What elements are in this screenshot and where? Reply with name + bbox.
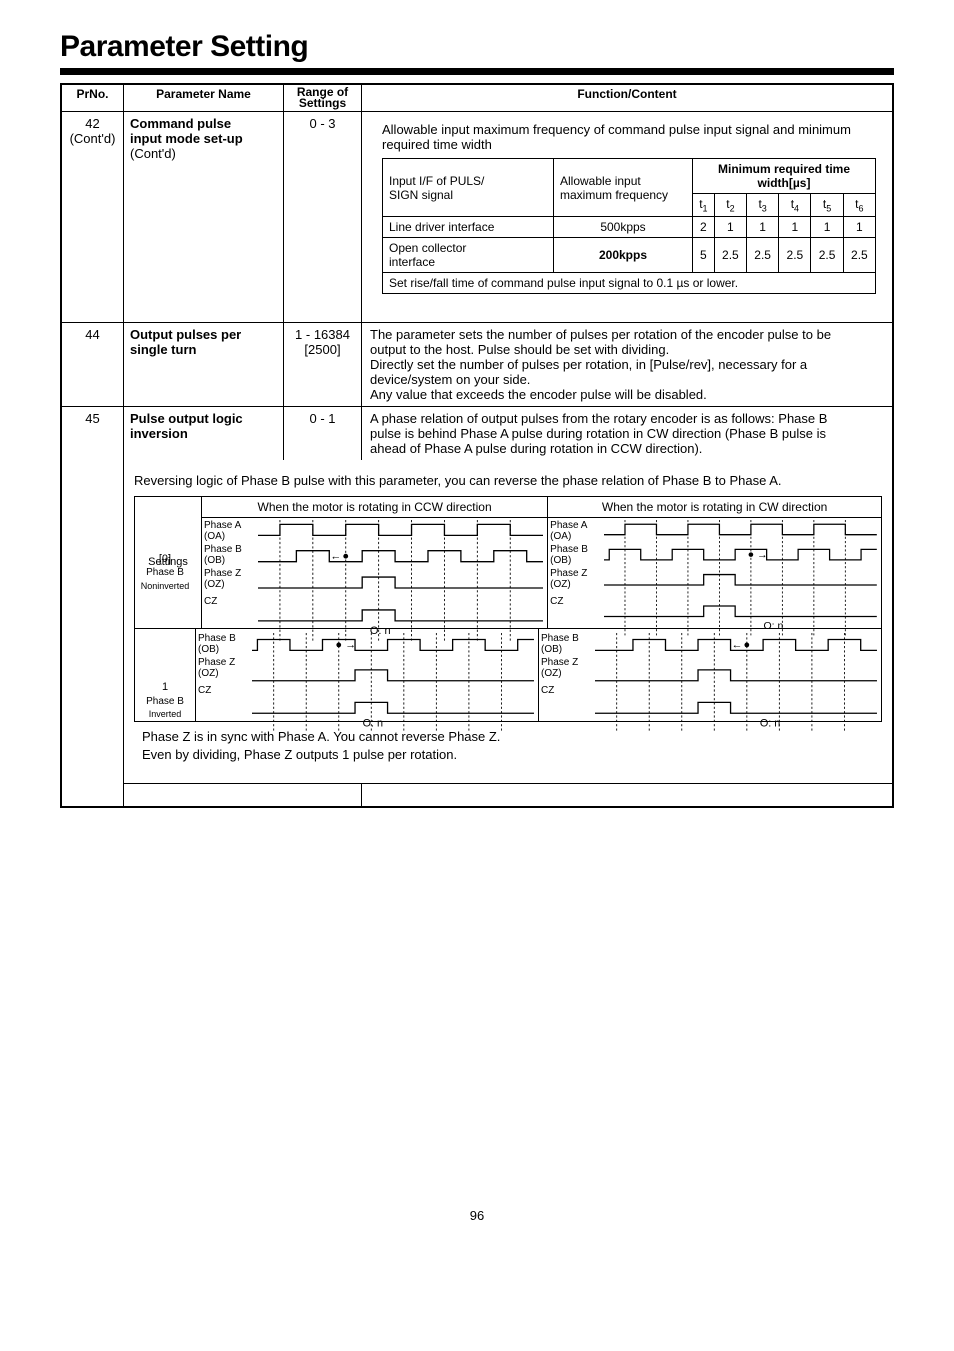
title-rule <box>60 68 894 73</box>
svg-text:→: → <box>345 639 356 651</box>
param45-name-2: inversion <box>130 426 277 441</box>
wave-labels-cw-1: Phase B(OB) Phase Z(OZ) CZ <box>541 633 579 703</box>
param42-name-1: Command pulse <box>130 116 277 131</box>
oc-label1: Open collector <box>389 241 549 255</box>
th-iface2: SIGN signal <box>389 188 549 202</box>
wave-ccw-0-svg: ← O: n <box>258 520 543 641</box>
table-row: 45 Pulse output logic inversion 0 - 1 A … <box>62 407 893 461</box>
ld-v1: 2 <box>693 217 715 238</box>
svg-text:←: ← <box>330 551 341 563</box>
oc-v4: 2.5 <box>779 238 811 273</box>
wave-cw-1-svg: ← O: n <box>595 633 877 731</box>
param44-desc-5: Any value that exceeds the encoder pulse… <box>370 387 884 402</box>
oc-v2: 2.5 <box>714 238 746 273</box>
svg-text:←: ← <box>732 639 743 651</box>
param44-name-1: Output pulses per <box>130 327 277 342</box>
t1: t1 <box>693 194 715 217</box>
param44-range1: 1 - 16384 <box>290 327 355 342</box>
page-number: 96 <box>60 1208 894 1243</box>
prno-44: 44 <box>62 323 124 407</box>
ld-v3: 1 <box>747 217 779 238</box>
table-row: 44 Output pulses per single turn 1 - 163… <box>62 323 893 407</box>
wave-cw-0-svg: → O: n <box>604 520 877 635</box>
hdr-name: Parameter Name <box>124 85 284 112</box>
cw-header: When the motor is rotating in CW directi… <box>548 496 882 517</box>
waveform-table: Settings When the motor is rotating in C… <box>134 496 882 629</box>
param45-foot2: Even by dividing, Phase Z outputs 1 puls… <box>142 746 882 764</box>
hdr-prno: PrNo. <box>62 85 124 112</box>
ccw-header: When the motor is rotating in CCW direct… <box>202 496 548 517</box>
ld-v2: 1 <box>714 217 746 238</box>
oc-v5: 2.5 <box>811 238 843 273</box>
param45-reverse-note: Reversing logic of Phase B pulse with th… <box>134 472 882 490</box>
table-row: 42 (Cont'd) Command pulse input mode set… <box>62 112 893 323</box>
oc-freq: 200kpps <box>554 238 693 273</box>
wave-ccw-1-svg: → O: n <box>252 633 534 731</box>
oc-v3: 2.5 <box>747 238 779 273</box>
param44-desc-2: output to the host. Pulse should be set … <box>370 342 884 357</box>
table-header-row: PrNo. Parameter Name Range of Settings F… <box>62 85 893 112</box>
prno-42: 42 <box>68 116 117 131</box>
hdr-range-text: Range of Settings <box>297 85 348 110</box>
oc-v1: 5 <box>693 238 715 273</box>
t6: t6 <box>843 194 875 217</box>
t5: t5 <box>811 194 843 217</box>
set1-l2: Phase B <box>135 695 195 709</box>
t4: t4 <box>779 194 811 217</box>
param45-desc-3: ahead of Phase A pulse during rotation i… <box>370 441 884 456</box>
line-driver-label: Line driver interface <box>383 217 554 238</box>
param44-name-2: single turn <box>130 342 277 357</box>
th-allow1: Allowable input <box>560 174 688 188</box>
th-allow2: maximum frequency <box>560 188 688 202</box>
wave-labels-ccw-1: Phase B(OB) Phase Z(OZ) CZ <box>198 633 236 703</box>
set1-l3: Inverted <box>135 708 195 720</box>
hdr-range: Range of Settings <box>284 85 362 112</box>
prno-45: 45 <box>62 407 124 461</box>
set1-id: 1 <box>135 680 195 695</box>
table-row <box>62 784 893 807</box>
param45-foot1: Phase Z is in sync with Phase A. You can… <box>142 728 882 746</box>
param45-desc-1: A phase relation of output pulses from t… <box>370 411 884 426</box>
param44-desc-1: The parameter sets the number of pulses … <box>370 327 884 342</box>
waveform-table-2: [0] Phase B Noninverted 1 Phase B Invert… <box>134 629 882 722</box>
param45-name-1: Pulse output logic <box>130 411 277 426</box>
param44-desc-4: device/system on your side. <box>370 372 884 387</box>
line-driver-freq: 500kpps <box>554 217 693 238</box>
param42-name-2: input mode set-up <box>130 131 277 146</box>
prno-42-cont: (Cont'd) <box>68 131 117 146</box>
svg-text:O: n: O: n <box>760 717 780 729</box>
ld-v6: 1 <box>843 217 875 238</box>
param44-desc-3: Directly set the number of pulses per ro… <box>370 357 884 372</box>
ld-v5: 1 <box>811 217 843 238</box>
wave-labels-ccw-0: Phase A(OA) Phase B(OB) Phase Z(OZ) CZ <box>204 520 242 614</box>
param45-range: 0 - 1 <box>284 407 362 461</box>
freq-table: Input I/F of PULS/ SIGN signal Allowable… <box>382 158 876 294</box>
rise-fall-note: Set rise/fall time of command pulse inpu… <box>383 273 876 294</box>
oc-label2: interface <box>389 255 549 269</box>
table-row: Reversing logic of Phase B pulse with th… <box>62 460 893 783</box>
set0-l3: Noninverted <box>135 580 195 592</box>
wave-labels-cw-0: Phase A(OA) Phase B(OB) Phase Z(OZ) CZ <box>550 520 588 614</box>
hdr-function: Function/Content <box>362 85 893 112</box>
param42-intro: Allowable input maximum frequency of com… <box>382 122 876 152</box>
page-title: Parameter Setting <box>60 30 894 64</box>
set0-l2: Phase B <box>135 566 195 580</box>
set0-id: [0] <box>135 552 195 567</box>
param42-name-cont: (Cont'd) <box>130 146 277 161</box>
param44-range2: [2500] <box>290 342 355 357</box>
param45-desc-2: pulse is behind Phase A pulse during rot… <box>370 426 884 441</box>
svg-text:→: → <box>757 550 767 561</box>
th-iface1: Input I/F of PULS/ <box>389 174 549 188</box>
svg-text:O: n: O: n <box>363 717 383 729</box>
th-min: Minimum required time width[µs] <box>693 159 876 194</box>
t3: t3 <box>747 194 779 217</box>
oc-v6: 2.5 <box>843 238 875 273</box>
t2: t2 <box>714 194 746 217</box>
param42-range: 0 - 3 <box>284 112 362 323</box>
parameter-table: PrNo. Parameter Name Range of Settings F… <box>60 83 894 808</box>
ld-v4: 1 <box>779 217 811 238</box>
